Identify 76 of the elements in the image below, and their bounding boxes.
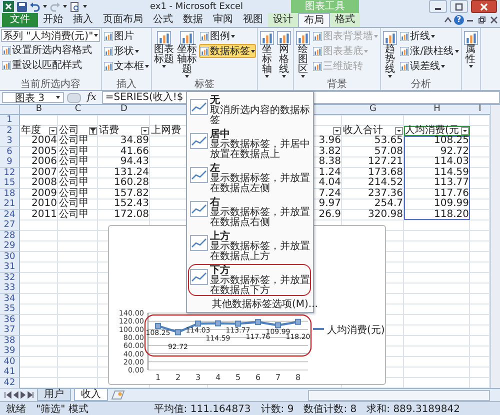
- table-cell-text: 2008: [32, 178, 57, 188]
- context-tab-label: 图表工具: [291, 0, 360, 13]
- table-cell-text: 2009: [32, 188, 57, 198]
- header-cell: 公司: [59, 126, 79, 136]
- table-cell-text: 9.97: [318, 199, 341, 210]
- table-cell-text: 114.03: [434, 157, 469, 168]
- table-cell-text: 34.89: [120, 136, 149, 146]
- table-cell: 118.20: [434, 210, 469, 220]
- header-cell: 上网费: [151, 126, 181, 136]
- header-cell: 话费: [99, 126, 119, 136]
- group-label: 当前所选内容: [20, 79, 82, 90]
- table-cell-text: 公司甲: [59, 157, 89, 167]
- table-cell-text: 3.82: [318, 146, 341, 156]
- table-cell-text: 2010: [32, 199, 57, 210]
- table-cell-text: 8.38: [318, 157, 341, 168]
- table-cell-text: 57.08: [374, 146, 403, 156]
- table-cell-text: 108.25: [434, 136, 469, 146]
- table-cell-text: 94.43: [120, 157, 149, 168]
- table-cell-text: 113.77: [434, 178, 469, 188]
- table-cell-text: 7.24: [318, 188, 341, 198]
- table-cell-text: 3.96: [318, 136, 341, 146]
- group-label: 背景: [326, 79, 348, 90]
- table-cell-text: 公司甲: [59, 188, 89, 198]
- table-cell-text: 41.66: [120, 146, 149, 156]
- status-stat: 求和: 889.3189842: [366, 402, 460, 415]
- axis-tick-label: 1: [155, 373, 161, 382]
- axis-tick-label: 2: [175, 373, 181, 382]
- status-text: "筛选" 模式: [36, 402, 88, 415]
- group-label: 分析: [410, 79, 432, 90]
- table-cell-text: 公司甲: [59, 136, 89, 146]
- axis-tick-label: 4: [215, 373, 221, 382]
- table-cell: 172.08: [114, 210, 149, 220]
- table-cell: 公司甲: [59, 210, 89, 220]
- table-cell-text: 2004: [32, 136, 57, 146]
- table-cell-text: 2006: [32, 157, 57, 168]
- axis-tick-label: 3: [195, 373, 201, 382]
- axis-tick-label: 7: [275, 373, 281, 382]
- table-cell-text: 254.7: [374, 199, 403, 210]
- axis-tick-label: 5: [235, 373, 241, 382]
- table-cell: 26.9: [318, 210, 341, 220]
- window-title: ex1 - Microsoft Excel: [150, 2, 244, 12]
- group-label: 标签: [194, 79, 216, 90]
- table-cell-text: 92.72: [440, 146, 469, 156]
- header-cell: 收入合计: [343, 126, 383, 136]
- table-cell-text: 114.59: [434, 168, 469, 178]
- table-cell-text: 2007: [32, 168, 57, 178]
- table-cell-text: 160.28: [114, 178, 149, 188]
- table-cell-text: 214.52: [368, 178, 403, 188]
- status-stat: 数值计数: 8: [304, 402, 357, 415]
- table-cell-text: 152.43: [114, 199, 149, 210]
- table-cell-text: 53.65: [374, 136, 403, 146]
- header-cell: 人均消费(元: [405, 126, 459, 136]
- table-cell-text: 157.82: [114, 188, 149, 198]
- table-cell-text: 237.36: [368, 188, 403, 198]
- legend-label: 人均消费(元): [327, 324, 385, 337]
- status-stat: 平均值: 111.164873: [154, 403, 251, 415]
- axis-tick-label: 6: [255, 373, 261, 382]
- table-cell-text: 127.21: [368, 157, 403, 168]
- group-label: 插入: [116, 79, 138, 90]
- table-cell-text: 公司甲: [59, 178, 89, 188]
- table-cell-text: 117.76: [434, 188, 469, 198]
- header-cell: 年度: [21, 126, 41, 136]
- table-cell-text: 4.04: [318, 178, 341, 188]
- table-cell-text: 公司甲: [59, 199, 89, 209]
- status-text: 就绪: [6, 402, 26, 415]
- status-stat: 计数: 9: [260, 402, 294, 415]
- table-cell-text: 公司甲: [59, 168, 89, 178]
- table-cell-text: 2005: [32, 146, 57, 156]
- table-cell-text: 公司甲: [59, 146, 89, 156]
- table-cell-text: 109.99: [434, 199, 469, 210]
- axis-tick-label: 8: [295, 373, 301, 382]
- table-cell: 2011: [32, 210, 57, 220]
- table-cell-text: 1.24: [318, 168, 341, 178]
- table-cell-text: 173.68: [368, 168, 403, 178]
- table-cell: 320.98: [368, 210, 403, 220]
- table-cell-text: 131.24: [114, 168, 149, 178]
